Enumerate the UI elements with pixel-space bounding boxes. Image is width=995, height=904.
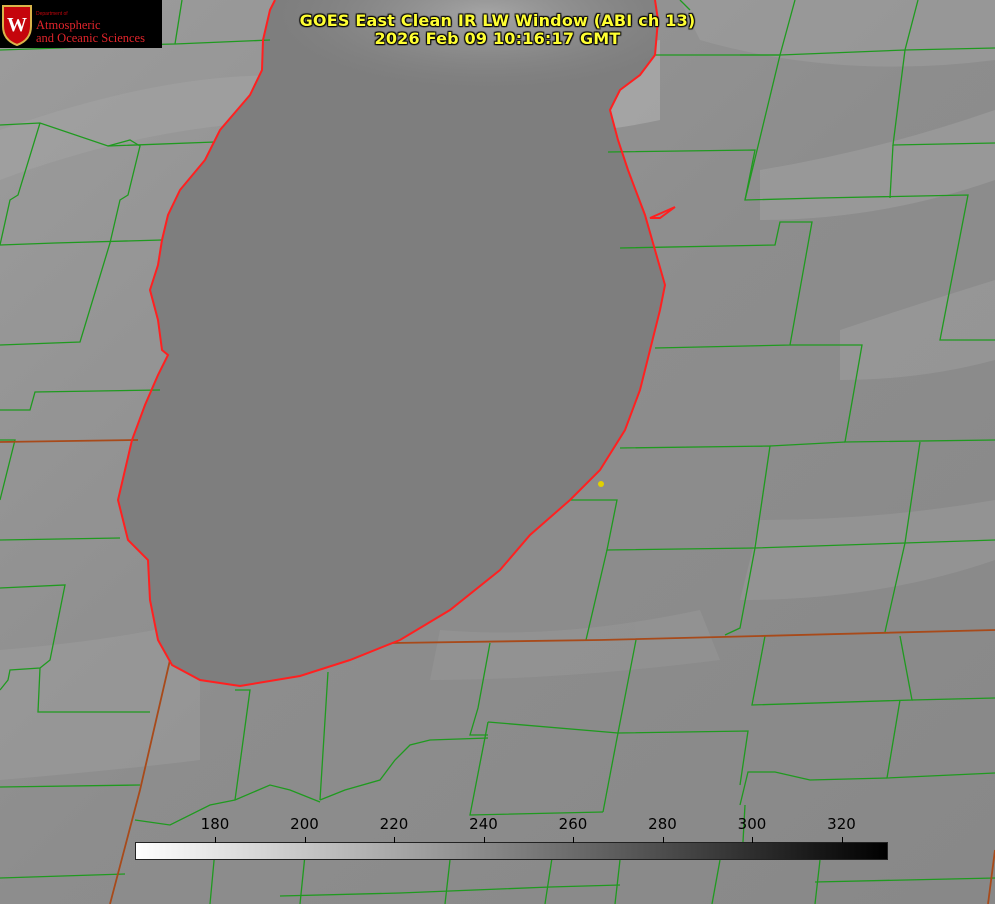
colorbar-tick-label: 220 [379,815,409,833]
colorbar-tick-mark [215,837,216,843]
colorbar-tick-mark [304,837,306,843]
satellite-map [0,0,995,904]
colorbar-tick-mark [573,837,574,843]
location-marker [598,481,604,487]
image-title: GOES East Clean IR LW Window (ABI ch 13) [299,11,696,30]
colorbar-tick-label: 180 [200,815,230,833]
colorbar-tick-label: 280 [648,815,677,833]
colorbar-tick-label: 260 [558,815,588,833]
image-timestamp: 2026 Feb 09 10:16:17 GMT [374,29,621,48]
colorbar-tick-mark [662,837,664,843]
colorbar-tick-label: 320 [827,815,856,833]
colorbar-tick-label: 200 [290,815,319,833]
satellite-image-viewer: W Department of Atmospheric and Oceanic … [0,0,995,904]
colorbar-tick-mark [841,837,843,843]
colorbar-tick-mark [483,837,485,843]
colorbar-tick-mark [752,837,753,843]
colorbar-tick-label: 300 [737,815,767,833]
temperature-colorbar [135,842,888,860]
colorbar-tick-mark [394,837,395,843]
colorbar-tick-label: 240 [469,815,498,833]
